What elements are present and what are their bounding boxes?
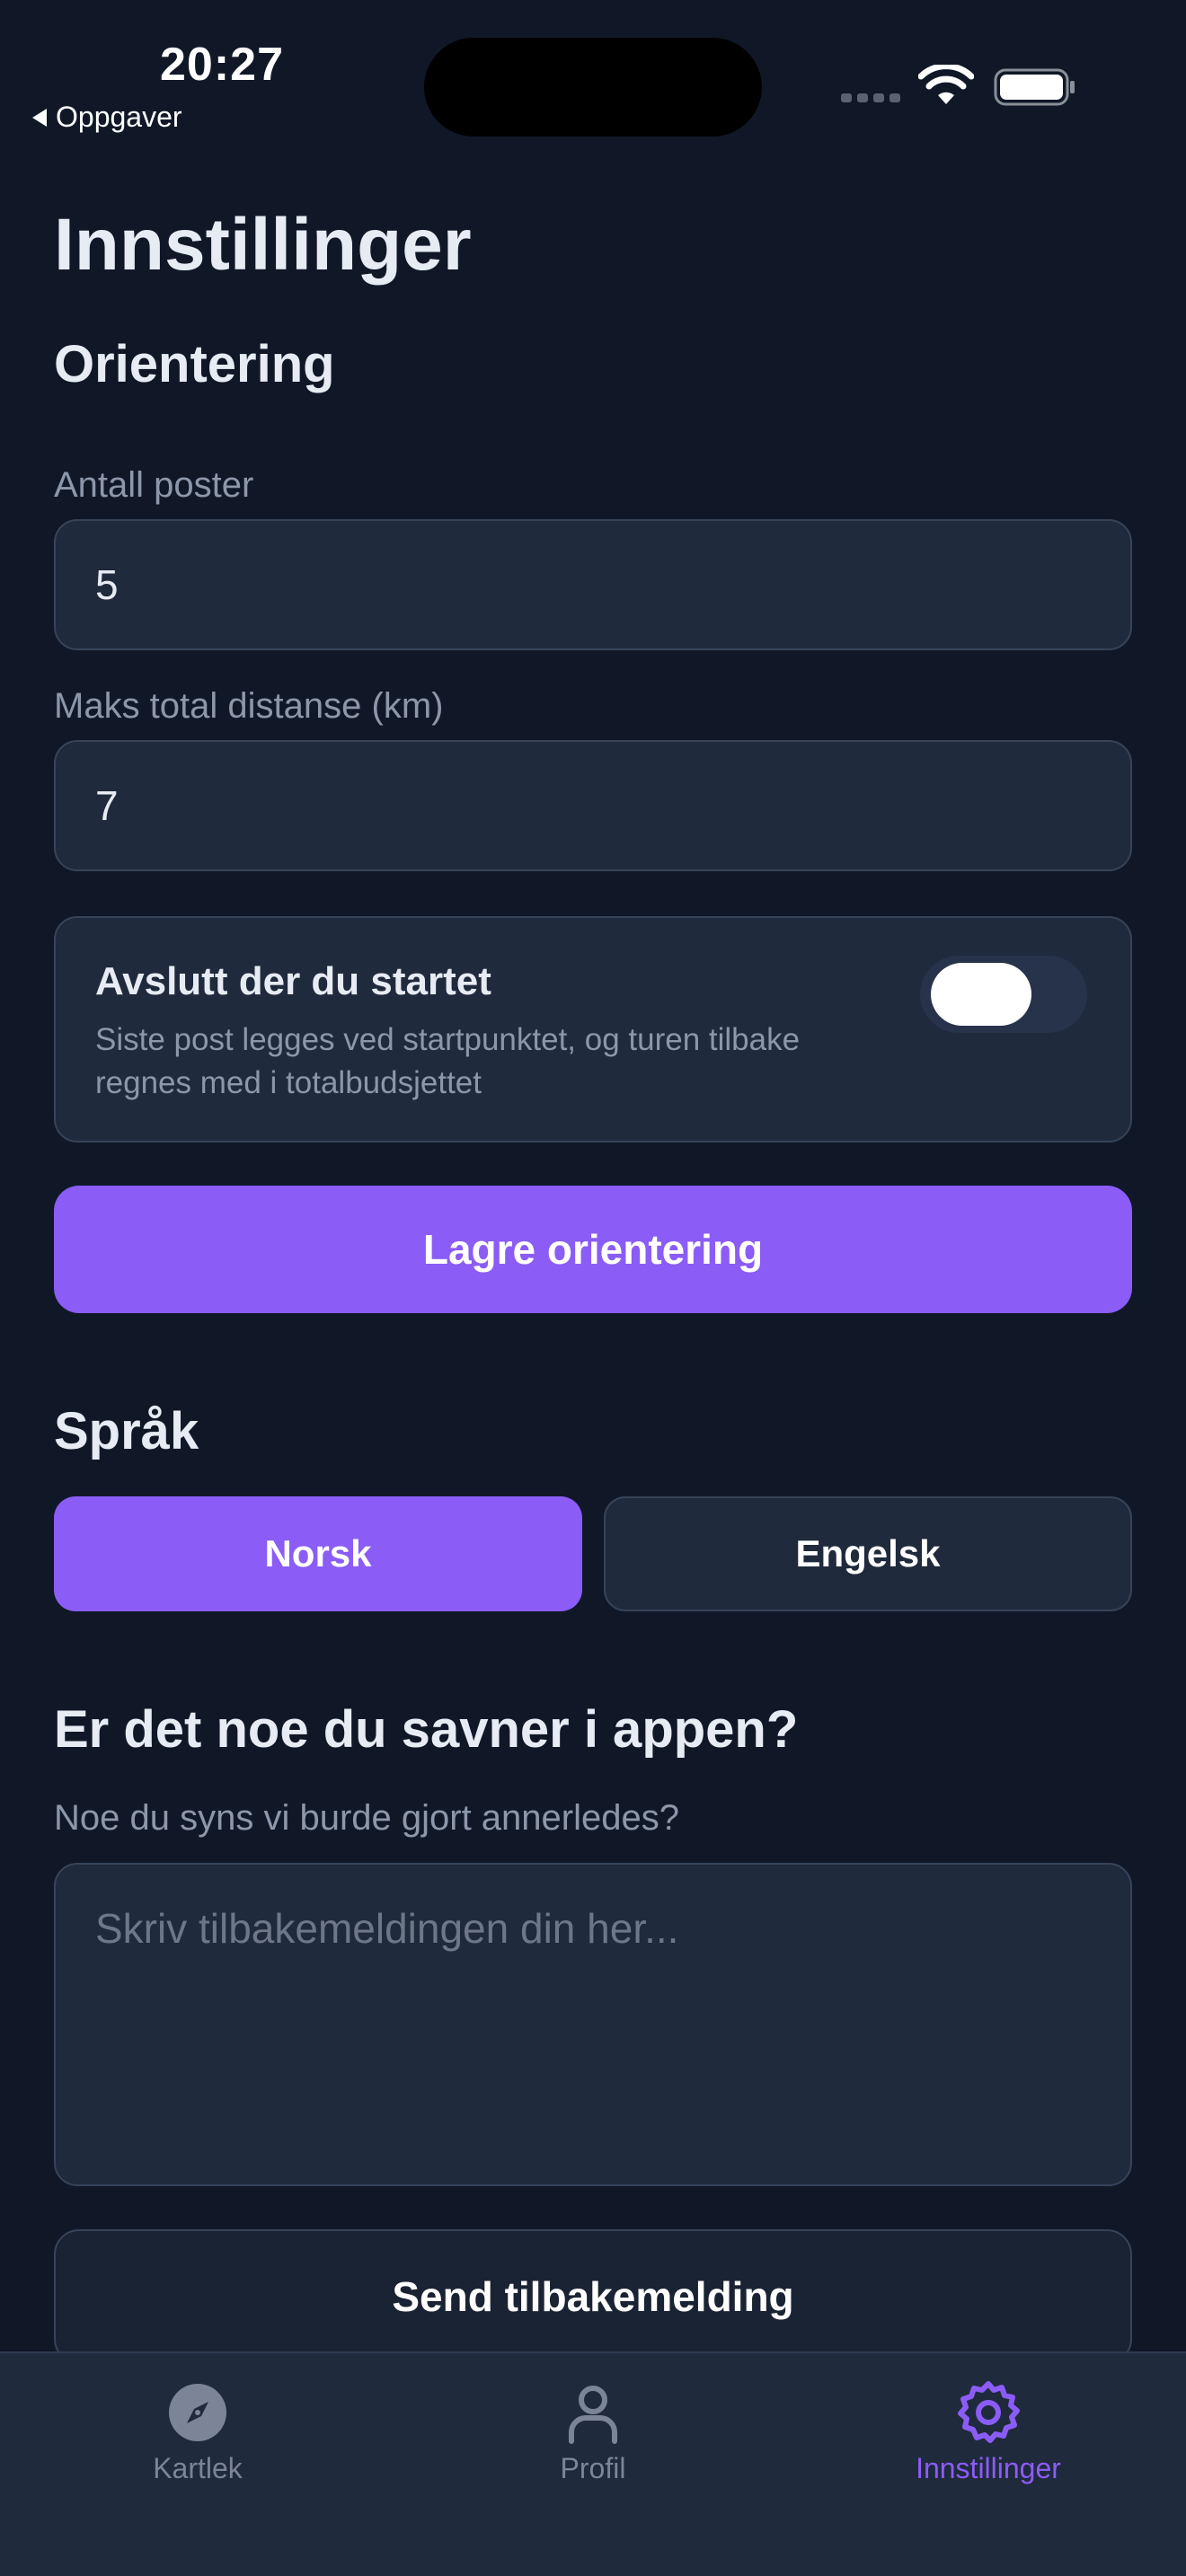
back-arrow-icon — [32, 108, 47, 127]
page-title: Innstillinger — [54, 204, 472, 286]
tab-bar: Kartlek Profil Innstillinger — [0, 2351, 1186, 2576]
cellular-signal-icon — [841, 93, 900, 102]
language-option-norsk[interactable]: Norsk — [54, 1496, 582, 1611]
feedback-placeholder: Skriv tilbakemeldingen din her... — [95, 1905, 679, 1952]
end-where-started-title: Avslutt der du startet — [95, 959, 491, 1003]
posts-input[interactable]: 5 — [54, 519, 1132, 650]
feedback-label: Noe du syns vi burde gjort annerledes? — [54, 1798, 679, 1838]
feedback-heading: Er det noe du savner i appen? — [54, 1700, 799, 1759]
tab-kartlek-label: Kartlek — [153, 2452, 243, 2484]
gear-icon — [958, 2381, 1020, 2443]
tab-kartlek[interactable]: Kartlek — [36, 2380, 359, 2485]
save-orientation-button[interactable]: Lagre orientering — [54, 1186, 1132, 1313]
tab-profil-label: Profil — [560, 2452, 626, 2484]
tab-innstillinger-label: Innstillinger — [916, 2452, 1061, 2484]
distance-input[interactable]: 7 — [54, 740, 1132, 871]
distance-input-value: 7 — [95, 782, 119, 829]
toggle-knob — [931, 963, 1031, 1026]
back-to-oppgaver-link[interactable]: Oppgaver — [32, 101, 182, 134]
posts-input-value: 5 — [95, 561, 119, 608]
tab-profil[interactable]: Profil — [431, 2380, 755, 2485]
battery-icon — [994, 68, 1075, 106]
send-feedback-button[interactable]: Send tilbakemelding — [54, 2229, 1132, 2364]
back-link-label: Oppgaver — [56, 101, 182, 133]
status-time: 20:27 — [160, 39, 284, 91]
settings-screen: 20:27 Oppgaver Innstillinger Orientering… — [0, 0, 1186, 2576]
distance-label: Maks total distanse (km) — [54, 686, 444, 726]
wifi-icon — [918, 65, 974, 104]
end-where-started-toggle[interactable] — [920, 956, 1087, 1033]
tab-innstillinger[interactable]: Innstillinger — [827, 2380, 1150, 2485]
end-where-started-description: Siste post legges ved startpunktet, og t… — [95, 1022, 801, 1100]
dynamic-island — [424, 38, 762, 137]
language-option-engelsk[interactable]: Engelsk — [604, 1496, 1132, 1611]
feedback-textarea[interactable]: Skriv tilbakemeldingen din her... — [54, 1863, 1132, 2186]
posts-label: Antall poster — [54, 465, 254, 505]
compass-icon — [169, 2384, 226, 2441]
orientation-heading: Orientering — [54, 335, 335, 393]
end-where-started-card: Avslutt der du startet Siste post legges… — [54, 916, 1132, 1142]
language-heading: Språk — [54, 1402, 199, 1460]
person-icon — [569, 2386, 617, 2444]
